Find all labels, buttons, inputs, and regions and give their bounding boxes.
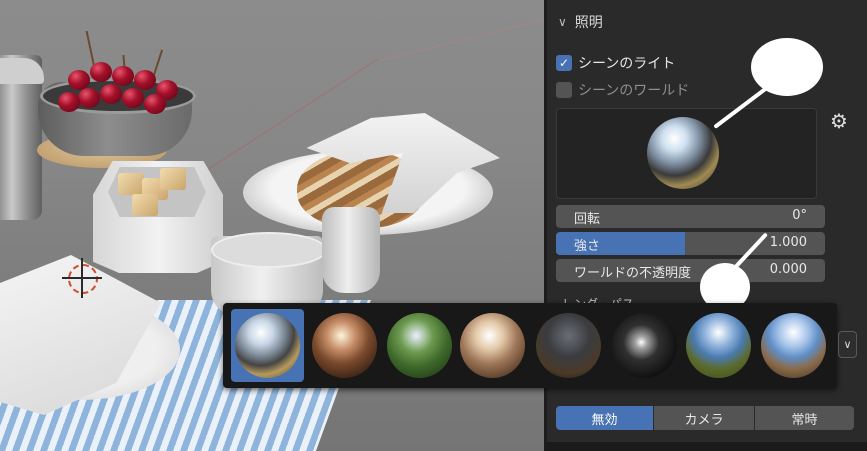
hdri-option-4[interactable] <box>456 309 529 382</box>
hdri-option-5[interactable] <box>532 309 605 382</box>
sugar-cube <box>118 173 144 195</box>
gear-icon[interactable]: ⚙ <box>830 109 848 133</box>
3d-cursor-icon[interactable] <box>62 258 102 298</box>
hdri-option-2[interactable] <box>308 309 381 382</box>
hdri-thumbnail <box>536 313 601 378</box>
hdri-thumbnail <box>761 313 826 378</box>
hdri-picker-popup <box>223 303 837 388</box>
hdri-thumbnail <box>235 313 300 378</box>
rotation-field[interactable]: 回転 0° <box>556 205 825 228</box>
milk-creamer <box>322 207 380 293</box>
strength-label: 強さ <box>574 239 601 254</box>
chevron-down-icon: ∨ <box>558 15 567 29</box>
hdri-option-7[interactable] <box>682 309 755 382</box>
panel-footer-strip <box>544 442 867 451</box>
hdri-preview-sphere <box>647 117 719 189</box>
sugar-cube <box>160 168 186 190</box>
hdri-option-3[interactable] <box>383 309 456 382</box>
scene-lights-checkbox-row[interactable]: ✓ シーンのライト <box>556 53 675 73</box>
lighting-section-header[interactable]: ∨ 照明 <box>558 12 603 32</box>
rotation-label: 回転 <box>574 212 601 227</box>
strength-slider[interactable]: 強さ 1.000 <box>556 232 825 255</box>
world-opacity-value: 0.000 <box>769 262 807 277</box>
cup-rim <box>211 232 327 268</box>
hdri-thumbnail <box>460 313 525 378</box>
scene-world-label: シーンのワールド <box>578 83 690 99</box>
world-opacity-label: ワールドの不透明度 <box>574 266 692 281</box>
rotation-value: 0° <box>792 208 807 223</box>
section-title: 照明 <box>574 15 603 31</box>
world-opacity-field[interactable]: ワールドの不透明度 0.000 <box>556 259 825 282</box>
strength-value: 1.000 <box>769 235 807 250</box>
world-space-camera-button[interactable]: カメラ <box>654 406 754 430</box>
scene-lights-label: シーンのライト <box>578 56 676 72</box>
hdri-thumbnail <box>686 313 751 378</box>
hdri-option-1[interactable] <box>231 309 304 382</box>
scene-world-checkbox-row[interactable]: シーンのワールド <box>556 80 689 100</box>
world-space-off-button[interactable]: 無効 <box>556 406 653 430</box>
callout-marker <box>751 38 823 96</box>
checkbox-checked-icon[interactable]: ✓ <box>556 55 572 71</box>
sugar-cube <box>132 194 158 216</box>
chevron-down-icon[interactable]: ∨ <box>838 331 857 358</box>
hdri-option-8[interactable] <box>757 309 830 382</box>
hdri-option-6[interactable] <box>608 309 681 382</box>
hdri-thumbnail <box>387 313 452 378</box>
hdri-thumbnail <box>612 313 677 378</box>
grid-line <box>380 0 544 61</box>
world-space-always-button[interactable]: 常時 <box>755 406 854 430</box>
hdri-thumbnail <box>312 313 377 378</box>
checkbox-unchecked-icon[interactable] <box>556 82 572 98</box>
